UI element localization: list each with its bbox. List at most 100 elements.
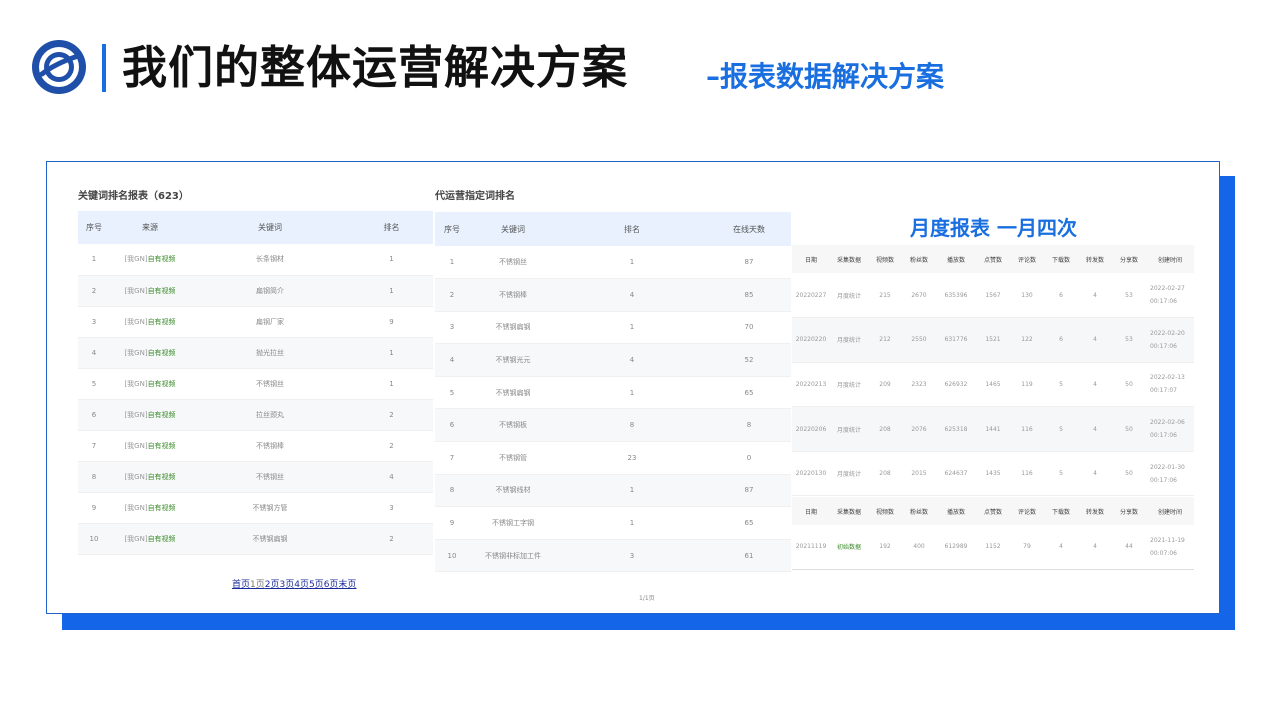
created-cell: 2022-02-20 00:17:06 (1146, 317, 1194, 363)
row-number: 8 (91, 472, 97, 481)
table-row: 5 [我GN]自有视频 不锈钢丝 1 (78, 368, 433, 399)
rank-cell: 9 (389, 317, 394, 326)
date-cell: 20220130 (792, 451, 830, 497)
page-subtitle: –报表数据解决方案 (706, 60, 945, 93)
monthly-report-table: 日期 采集数据 视频数 粉丝数 播放数 点赞数 评论数 下载数 转发数 分享数 创建时间 20220… (792, 245, 1194, 497)
created-cell: 2022-02-06 00:17:06 (1146, 406, 1194, 452)
likes-cell: 1441 (976, 406, 1010, 452)
column-header: 创建时间 (1146, 497, 1194, 525)
column-header: 序号 (444, 224, 460, 234)
videos-cell: 212 (868, 317, 902, 363)
rank-cell: 1 (389, 286, 394, 295)
row-number: 6 (91, 410, 97, 419)
keyword-report-title: 关键词排名报表（623） (78, 191, 189, 202)
online-days-cell: 61 (744, 551, 754, 560)
source-link[interactable]: 自有视频 (148, 411, 176, 419)
source-link[interactable]: 自有视频 (148, 442, 176, 450)
page-6-link[interactable]: 6页 (324, 580, 339, 590)
row-number: 7 (449, 453, 455, 462)
source-cell: [我GN]自有视频 (110, 492, 190, 523)
source-link[interactable]: 自有视频 (148, 318, 176, 326)
rank-cell: 1 (629, 388, 635, 397)
page-first-link[interactable]: 首页 (232, 580, 250, 590)
source-link[interactable]: 自有视频 (148, 287, 176, 295)
videos-cell: 208 (868, 451, 902, 497)
source-link[interactable]: 自有视频 (148, 255, 176, 263)
table-row: 5 不锈钢扁钢 1 65 (435, 376, 791, 409)
fans-cell: 2076 (902, 406, 936, 452)
table-row: 20220130 月度统计 208 2015 624637 1435 116 5 4 50 2022… (792, 451, 1194, 497)
keyword-cell: 不锈钢板 (499, 421, 527, 430)
page-4-link[interactable]: 4页 (294, 580, 309, 590)
comments-cell: 130 (1010, 273, 1044, 319)
source-prefix: [我GN] (124, 410, 148, 419)
rank-cell: 1 (389, 348, 394, 357)
row-number: 5 (91, 379, 97, 388)
column-header: 采集数据 (830, 497, 868, 525)
rank-cell: 1 (389, 379, 394, 388)
keyword-cell: 不锈钢棒 (499, 290, 527, 299)
page-2-link[interactable]: 2页 (265, 580, 280, 590)
source-link[interactable]: 自有视频 (148, 504, 176, 512)
report-card: 关键词排名报表（623） 序号 来源 关键词 排名 1 [我GN]自有视频 长条钢材… (46, 161, 1220, 614)
online-days-cell: 0 (746, 453, 752, 462)
keyword-cell: 不锈钢扁钢 (495, 323, 531, 332)
source-link[interactable]: 自有视频 (148, 349, 176, 357)
keyword-cell: 不锈钢丝 (256, 472, 284, 481)
table-row: 2 不锈钢棒 4 85 (435, 278, 791, 312)
comments-cell: 122 (1010, 317, 1044, 363)
column-header: 在线天数 (733, 224, 765, 234)
monthly-report-title: 月度报表 一月四次 (910, 216, 1077, 240)
likes-cell: 1567 (976, 273, 1010, 319)
page-last-link[interactable]: 末页 (338, 580, 356, 590)
source-cell: [我GN]自有视频 (110, 244, 190, 275)
shares-cell: 53 (1112, 273, 1146, 319)
table-header-row: 序号 来源 关键词 排名 (78, 211, 433, 244)
column-header: 排名 (624, 224, 640, 234)
operation-report-title: 代运营指定词排名 (435, 191, 515, 202)
rank-cell: 2 (389, 441, 394, 450)
source-link[interactable]: 自有视频 (148, 535, 176, 543)
forwards-cell: 4 (1078, 273, 1112, 319)
likes-cell: 1152 (985, 543, 1001, 551)
forwards-cell: 4 (1078, 451, 1112, 497)
table-row: 3 不锈钢扁钢 1 70 (435, 311, 791, 344)
videos-cell: 208 (868, 406, 902, 452)
source-link[interactable]: 自有视频 (148, 473, 176, 481)
page-3-link[interactable]: 3页 (279, 580, 294, 590)
row-number: 1 (91, 255, 97, 264)
row-number: 8 (449, 486, 455, 495)
rank-cell: 4 (389, 472, 394, 481)
shares-cell: 44 (1125, 543, 1133, 551)
table-row: 6 不锈钢板 8 8 (435, 408, 791, 442)
likes-cell: 1465 (976, 362, 1010, 408)
column-header: 采集数据 (830, 245, 868, 273)
forwards-cell: 4 (1078, 406, 1112, 452)
source-cell: [我GN]自有视频 (110, 399, 190, 430)
created-cell: 2022-01-30 00:17:06 (1146, 451, 1194, 497)
table-header-row: 日期 采集数据 视频数 粉丝数 播放数 点赞数 评论数 下载数 转发数 分享数 创建时间 (792, 245, 1194, 273)
row-number: 3 (449, 323, 455, 332)
source-cell: [我GN]自有视频 (110, 337, 190, 368)
rank-cell: 4 (629, 356, 635, 365)
row-number: 4 (449, 356, 455, 365)
table-row: 3 [我GN]自有视频 扁钢厂家 9 (78, 306, 433, 337)
online-days-cell: 70 (744, 323, 754, 332)
likes-cell: 1435 (976, 451, 1010, 497)
source-prefix: [我GN] (124, 286, 148, 295)
source-prefix: [我GN] (124, 379, 148, 388)
table-row: 20220206 月度统计 208 2076 625318 1441 116 5 4 50 2022… (792, 406, 1194, 452)
rank-cell: 8 (629, 421, 635, 430)
source-cell: [我GN]自有视频 (110, 275, 190, 306)
column-header: 关键词 (501, 224, 525, 234)
source-link[interactable]: 自有视频 (148, 380, 176, 388)
rank-cell: 1 (389, 255, 394, 264)
downloads-cell: 5 (1044, 451, 1078, 497)
forwards-cell: 4 (1093, 543, 1097, 551)
date-cell: 20220213 (792, 362, 830, 408)
table-row: 20211119 初始数据 192 400 612989 1152 79 4 4 44 2021-1… (792, 525, 1194, 569)
downloads-cell: 6 (1044, 273, 1078, 319)
page-5-link[interactable]: 5页 (309, 580, 324, 590)
downloads-cell: 5 (1044, 406, 1078, 452)
company-logo-icon (32, 40, 86, 94)
